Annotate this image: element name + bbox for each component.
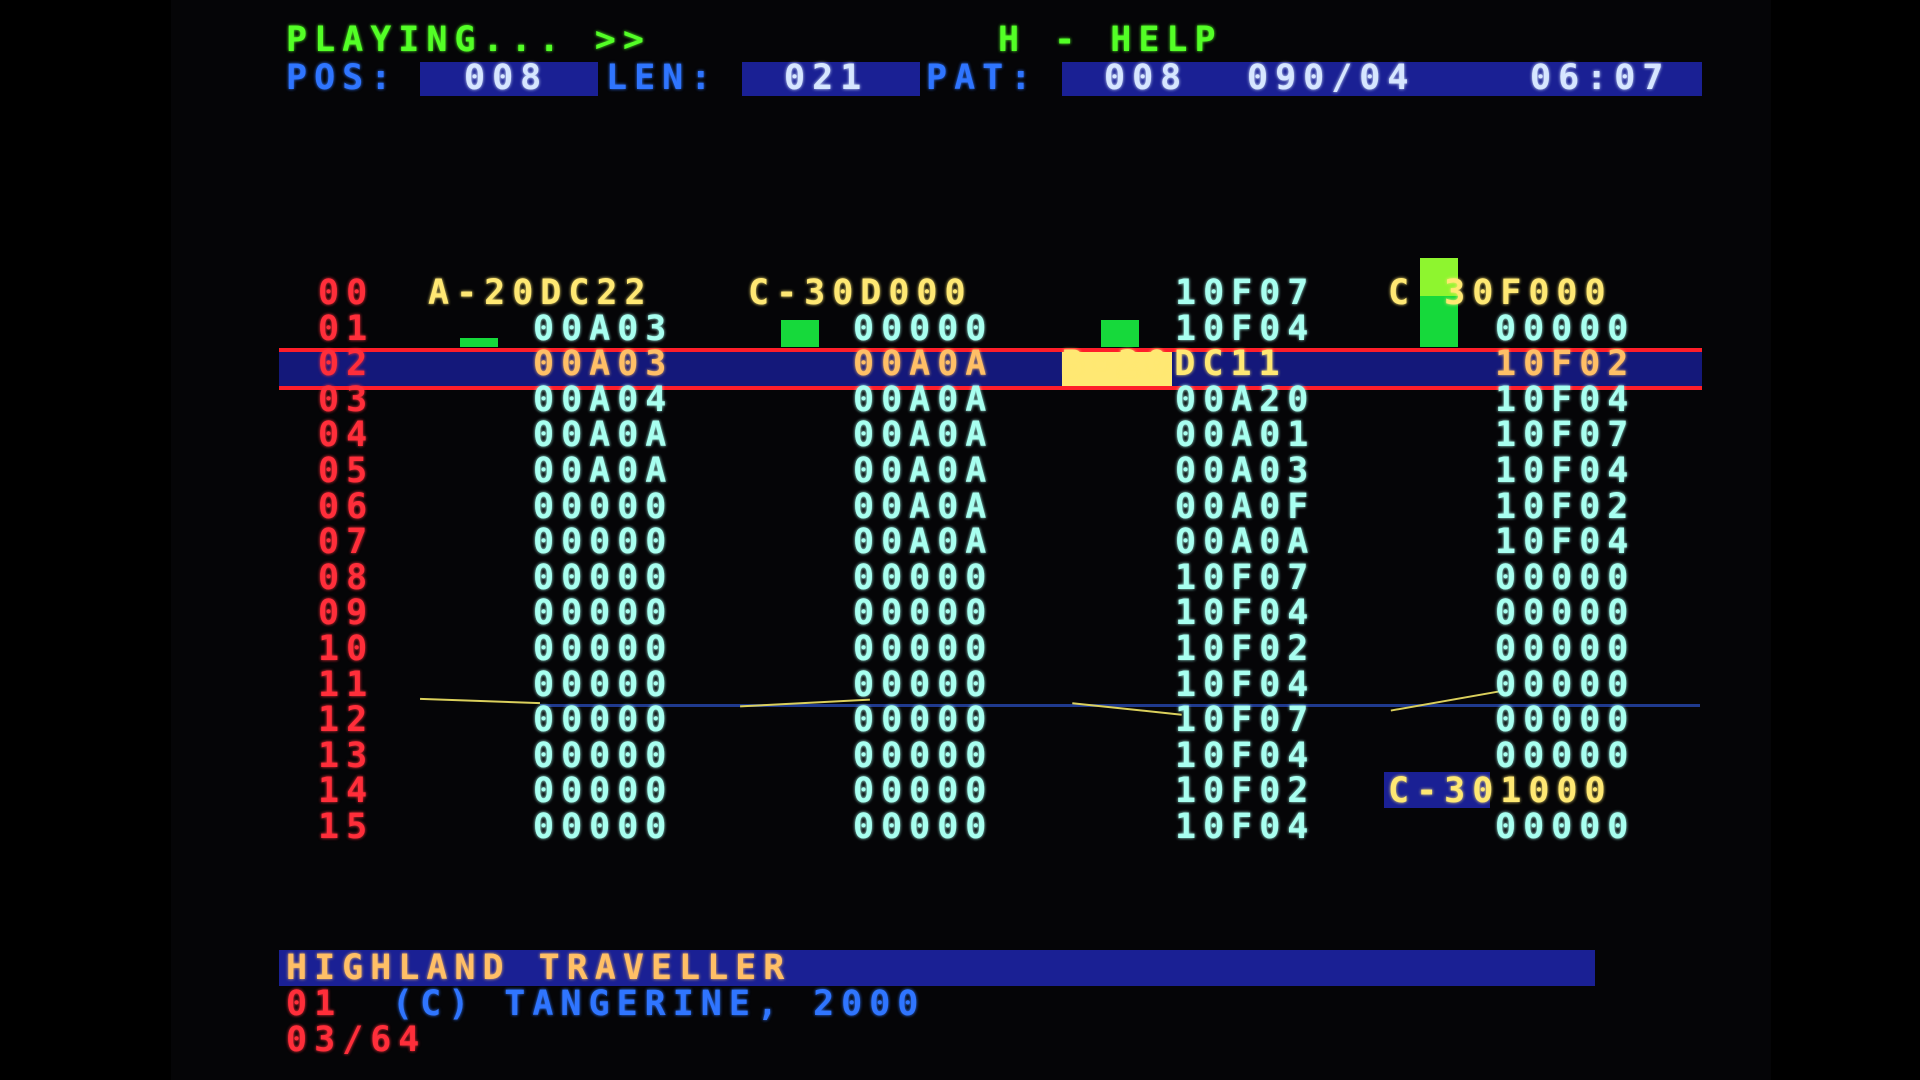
row-number: 05: [318, 451, 375, 491]
row-number: 14: [318, 771, 375, 811]
cell-ch4[interactable]: 00000: [1495, 667, 1635, 703]
cell-ch3[interactable]: 10F02: [1175, 631, 1315, 667]
cell-ch3[interactable]: 10F07: [1175, 560, 1315, 596]
cell-ch4[interactable]: C 30F000: [1388, 275, 1613, 311]
cell-ch2[interactable]: 00000: [853, 595, 993, 631]
cell-ch2[interactable]: C-30D000: [748, 275, 973, 311]
cell-ch1[interactable]: 00000: [533, 524, 673, 560]
cell-ch3[interactable]: 10F02: [1175, 773, 1315, 809]
vu-meter-ch1: [460, 338, 498, 347]
cell-ch4[interactable]: 10F02: [1495, 489, 1635, 525]
cell-ch2[interactable]: 00000: [853, 702, 993, 738]
vu-meter-ch3: [1101, 320, 1139, 347]
cell-ch4[interactable]: 00000: [1495, 560, 1635, 596]
cell-ch2[interactable]: 00000: [853, 560, 993, 596]
cell-ch1[interactable]: 00000: [533, 667, 673, 703]
cell-ch4[interactable]: 00000: [1495, 702, 1635, 738]
cell-ch1[interactable]: 00000: [533, 631, 673, 667]
cell-ch1[interactable]: A-20DC22: [428, 275, 653, 311]
cell-ch4[interactable]: 10F02: [1495, 346, 1635, 382]
row-number: 09: [318, 593, 375, 633]
row-number: 12: [318, 700, 375, 740]
cell-ch3[interactable]: 00A0A: [1175, 524, 1315, 560]
cell-ch1[interactable]: 00000: [533, 489, 673, 525]
cell-ch3[interactable]: 10F04: [1175, 738, 1315, 774]
cell-ch3[interactable]: 00A20: [1175, 382, 1315, 418]
row-number: 02: [318, 344, 375, 384]
row-number: 03: [318, 380, 375, 420]
row-number: 07: [318, 522, 375, 562]
len-value: 021: [784, 58, 869, 98]
cell-ch2[interactable]: 00A0A: [853, 524, 993, 560]
cell-ch4[interactable]: 10F04: [1495, 382, 1635, 418]
row-number: 10: [318, 629, 375, 669]
cell-ch4[interactable]: 10F04: [1495, 524, 1635, 560]
cell-ch2[interactable]: 00A0A: [853, 382, 993, 418]
cell-ch2[interactable]: 00A0A: [853, 453, 993, 489]
row-number: 08: [318, 558, 375, 598]
cell-ch4[interactable]: 00000: [1495, 595, 1635, 631]
vu-meter-ch2: [781, 320, 819, 347]
cell-ch3[interactable]: 00A01: [1175, 417, 1315, 453]
cell-ch2[interactable]: 00000: [853, 809, 993, 845]
cell-ch1[interactable]: 00000: [533, 738, 673, 774]
cell-ch4[interactable]: 00000: [1495, 809, 1635, 845]
pat-value: 008: [1104, 58, 1189, 98]
cell-ch2[interactable]: 00000: [853, 311, 993, 347]
cell-ch3[interactable]: 10F04: [1175, 595, 1315, 631]
cell-ch1[interactable]: 00000: [533, 809, 673, 845]
cell-ch4[interactable]: 10F07: [1495, 417, 1635, 453]
status-playing: PLAYING... >>: [286, 20, 651, 60]
cell-ch3[interactable]: 10F04: [1175, 311, 1315, 347]
help-hint[interactable]: H - HELP: [998, 22, 1223, 58]
cell-ch2[interactable]: 00A0A: [853, 417, 993, 453]
tempo-value: 090/04: [1247, 58, 1416, 98]
time-value: 06:07: [1530, 58, 1671, 98]
cell-ch4[interactable]: 00000: [1495, 631, 1635, 667]
cell-ch1[interactable]: 00A0A: [533, 417, 673, 453]
cell-ch3[interactable]: 10F04: [1175, 809, 1315, 845]
pat-label: PAT:: [926, 58, 1039, 98]
cell-ch4[interactable]: 10F04: [1495, 453, 1635, 489]
cell-ch3[interactable]: 10F07: [1175, 702, 1315, 738]
row-number: 00: [318, 273, 375, 313]
row-number: 15: [318, 807, 375, 847]
cell-ch1[interactable]: 00000: [533, 595, 673, 631]
cell-ch1[interactable]: 00000: [533, 560, 673, 596]
cell-ch2[interactable]: 00000: [853, 773, 993, 809]
cell-ch4[interactable]: 00000: [1495, 311, 1635, 347]
cell-ch3[interactable]: 00A0F: [1175, 489, 1315, 525]
pos-value: 008: [464, 58, 549, 98]
cell-ch2[interactable]: 00A0A: [853, 489, 993, 525]
len-label: LEN:: [606, 58, 719, 98]
screen: PLAYING... >> H - HELP POS: 008 LEN: 021…: [0, 0, 1920, 1080]
cell-ch1[interactable]: 00A04: [533, 382, 673, 418]
cell-ch1[interactable]: 00A03: [533, 311, 673, 347]
cell-ch3[interactable]: 10F07: [1175, 275, 1315, 311]
song-title: HIGHLAND TRAVELLER: [286, 948, 792, 988]
row-number: 13: [318, 736, 375, 776]
cell-ch2[interactable]: 00000: [853, 667, 993, 703]
cell-ch3[interactable]: 00A03: [1175, 453, 1315, 489]
row-number: 11: [318, 665, 375, 705]
pos-label: POS:: [286, 58, 399, 98]
cell-ch1[interactable]: 00A03: [533, 346, 673, 382]
cell-ch1[interactable]: 00000: [533, 702, 673, 738]
song-credit: (C) TANGERINE, 2000: [392, 984, 926, 1024]
cell-ch4[interactable]: 00000: [1495, 738, 1635, 774]
cell-ch2[interactable]: 00000: [853, 738, 993, 774]
cell-ch2[interactable]: 00000: [853, 631, 993, 667]
cell-ch4[interactable]: C-301000: [1388, 773, 1613, 809]
cell-ch3[interactable]: 10F04: [1175, 667, 1315, 703]
cell-ch1[interactable]: 00000: [533, 773, 673, 809]
cell-ch3[interactable]: B-20DC11: [1062, 346, 1287, 382]
row-number: 04: [318, 415, 375, 455]
song-count: 03/64: [286, 1020, 427, 1060]
cell-ch1[interactable]: 00A0A: [533, 453, 673, 489]
credit-number: 01: [286, 984, 343, 1024]
row-number: 01: [318, 309, 375, 349]
row-number: 06: [318, 487, 375, 527]
cell-ch2[interactable]: 00A0A: [853, 346, 993, 382]
